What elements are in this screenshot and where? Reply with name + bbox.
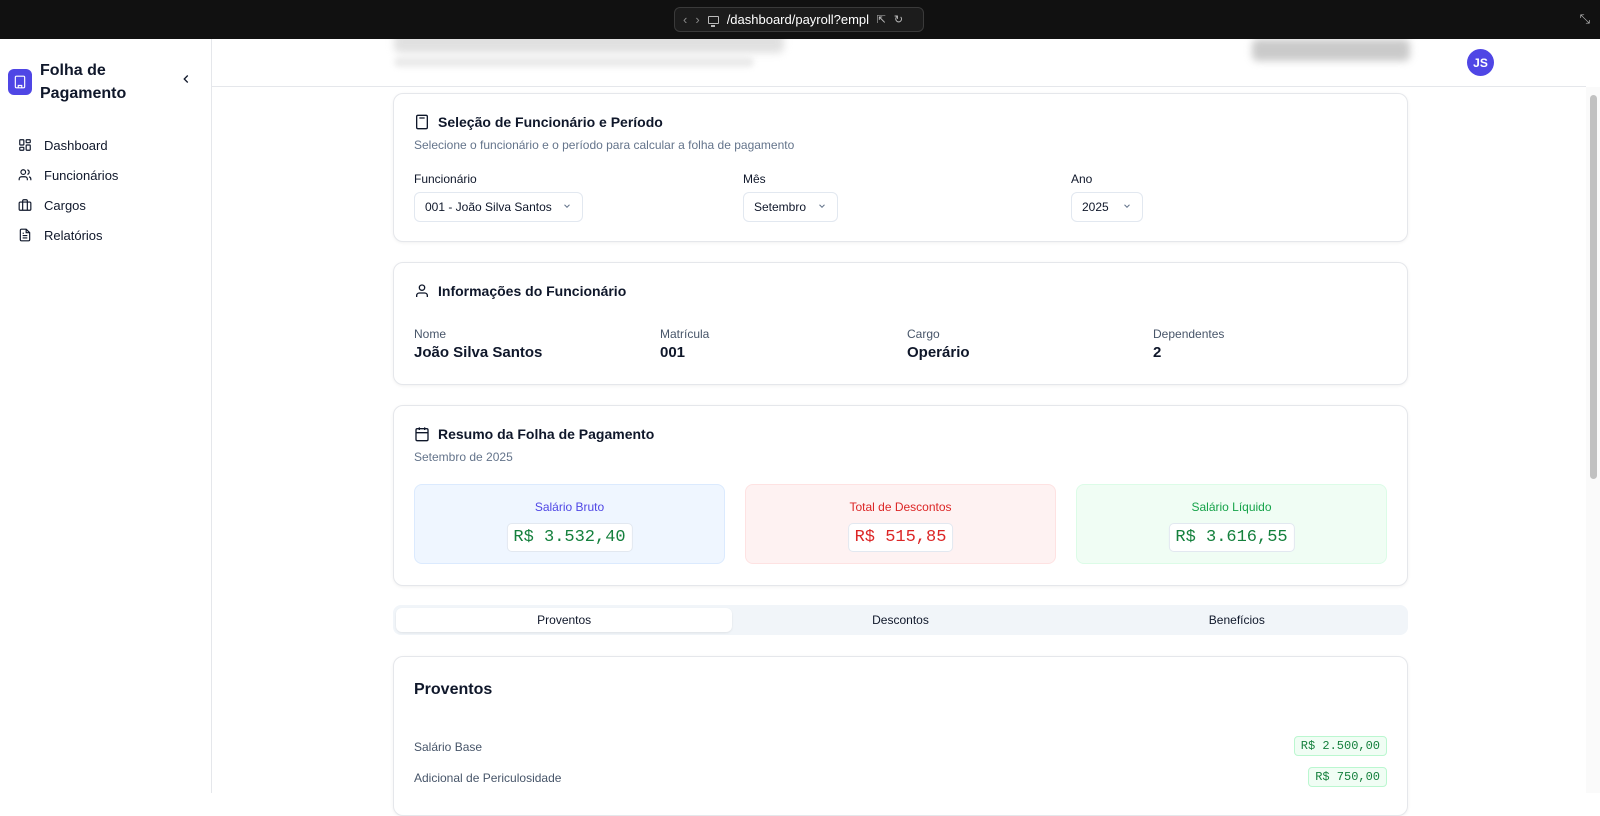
gross-salary-box: Salário Bruto R$ 3.532,40	[414, 484, 725, 564]
year-select-value: 2025	[1082, 200, 1109, 214]
selection-card: Seleção de Funcionário e Período Selecio…	[393, 93, 1408, 242]
month-select[interactable]: Setembro	[743, 192, 838, 222]
summary-period: Setembro de 2025	[414, 450, 513, 464]
payroll-tabs: Proventos Descontos Benefícios	[393, 605, 1408, 635]
summary-title-text: Resumo da Folha de Pagamento	[438, 426, 655, 442]
url-text[interactable]: /dashboard/payroll?emplo	[727, 12, 869, 27]
address-bar[interactable]: ‹ › /dashboard/payroll?emplo ⇱ ↻	[674, 7, 924, 32]
sidebar-nav: Dashboard Funcionários Cargos Relatórios	[18, 130, 118, 250]
summary-card: Resumo da Folha de Pagamento Setembro de…	[393, 405, 1408, 586]
reload-icon[interactable]: ↻	[894, 13, 903, 26]
gross-salary-value: R$ 3.532,40	[506, 523, 633, 552]
summary-title: Resumo da Folha de Pagamento	[414, 426, 654, 442]
briefcase-icon	[18, 199, 32, 211]
sidebar-item-label: Dashboard	[44, 137, 108, 153]
dashboard-icon	[19, 139, 31, 151]
earnings-card: Proventos Salário Base R$ 2.500,00 Adici…	[393, 656, 1408, 816]
sidebar-item-label: Relatórios	[44, 227, 103, 243]
avatar[interactable]: JS	[1467, 49, 1494, 76]
chevron-down-icon	[817, 201, 827, 214]
page-header: JS	[212, 39, 1586, 87]
net-salary-label: Salário Líquido	[1191, 500, 1272, 514]
dependents-label: Dependentes	[1153, 327, 1225, 341]
collapse-window-icon[interactable]: ⤡	[1580, 11, 1590, 27]
year-label: Ano	[1071, 172, 1093, 186]
building-icon	[8, 69, 32, 95]
brand: Folha de Pagamento	[8, 59, 160, 105]
open-external-icon[interactable]: ⇱	[877, 13, 886, 26]
page-subtitle-blurred	[394, 57, 754, 67]
earning-row-value: R$ 2.500,00	[1293, 736, 1387, 756]
dependents-value: 2	[1153, 344, 1162, 361]
selection-card-title: Seleção de Funcionário e Período	[414, 114, 663, 130]
name-label: Nome	[414, 327, 447, 341]
page-title-blurred	[394, 39, 784, 53]
registration-value: 001	[660, 344, 686, 361]
header-action-button[interactable]	[1252, 39, 1410, 61]
selection-title-text: Seleção de Funcionário e Período	[438, 114, 663, 130]
role-value: Operário	[907, 344, 970, 361]
month-label: Mês	[743, 172, 766, 186]
sidebar-item-funcionarios[interactable]: Funcionários	[18, 160, 118, 190]
net-salary-value: R$ 3.616,55	[1168, 523, 1295, 552]
calendar-icon	[415, 427, 429, 442]
scrollbar-thumb[interactable]	[1590, 95, 1597, 479]
sidebar-item-cargos[interactable]: Cargos	[18, 190, 118, 220]
role-label: Cargo	[907, 327, 940, 341]
tab-proventos[interactable]: Proventos	[396, 608, 733, 632]
name-value: João Silva Santos	[414, 344, 543, 361]
back-icon[interactable]: ‹	[683, 12, 687, 27]
total-deductions-value: R$ 515,85	[847, 523, 954, 552]
sidebar-item-label: Cargos	[44, 197, 86, 213]
sidebar-item-label: Funcionários	[44, 167, 119, 183]
registration-label: Matrícula	[660, 327, 710, 341]
sidebar-item-relatorios[interactable]: Relatórios	[18, 220, 118, 250]
employee-info-title: Informações do Funcionário	[414, 283, 626, 299]
employee-select[interactable]: 001 - João Silva Santos	[414, 192, 583, 222]
chevron-down-icon	[562, 201, 572, 214]
total-deductions-label: Total de Descontos	[849, 500, 952, 514]
brand-title: Folha de Pagamento	[40, 62, 127, 102]
month-select-value: Setembro	[754, 200, 807, 214]
earnings-title: Proventos	[414, 681, 493, 698]
browser-chrome: ‹ › /dashboard/payroll?emplo ⇱ ↻ ⤡	[0, 0, 1600, 39]
file-text-icon	[19, 228, 31, 242]
total-deductions-box: Total de Descontos R$ 515,85	[745, 484, 1056, 564]
tab-descontos[interactable]: Descontos	[732, 608, 1068, 632]
users-icon	[18, 169, 32, 181]
gross-salary-label: Salário Bruto	[534, 500, 605, 514]
employee-label: Funcionário	[414, 172, 477, 186]
collapse-sidebar-button[interactable]	[178, 72, 194, 88]
forward-icon[interactable]: ›	[695, 12, 699, 27]
sidebar-item-dashboard[interactable]: Dashboard	[18, 130, 118, 160]
sidebar: Folha de Pagamento Dashboard Funcionário…	[0, 39, 212, 793]
employee-select-value: 001 - João Silva Santos	[425, 200, 552, 214]
tab-beneficios[interactable]: Benefícios	[1069, 608, 1405, 632]
user-icon	[416, 284, 428, 297]
chevron-down-icon	[1122, 201, 1132, 214]
net-salary-box: Salário Líquido R$ 3.616,55	[1076, 484, 1387, 564]
monitor-icon	[707, 15, 719, 27]
earning-row-label: Salário Base	[414, 740, 483, 754]
scrollbar[interactable]	[1586, 87, 1600, 793]
selection-description: Selecione o funcionário e o período para…	[414, 138, 795, 152]
year-select[interactable]: 2025	[1071, 192, 1143, 222]
earning-row-label: Adicional de Periculosidade	[414, 771, 562, 785]
employee-info-title-text: Informações do Funcionário	[438, 283, 627, 299]
earning-row-value: R$ 750,00	[1308, 767, 1387, 787]
calculator-icon	[416, 114, 428, 130]
employee-info-card: Informações do Funcionário Nome João Sil…	[393, 262, 1408, 385]
